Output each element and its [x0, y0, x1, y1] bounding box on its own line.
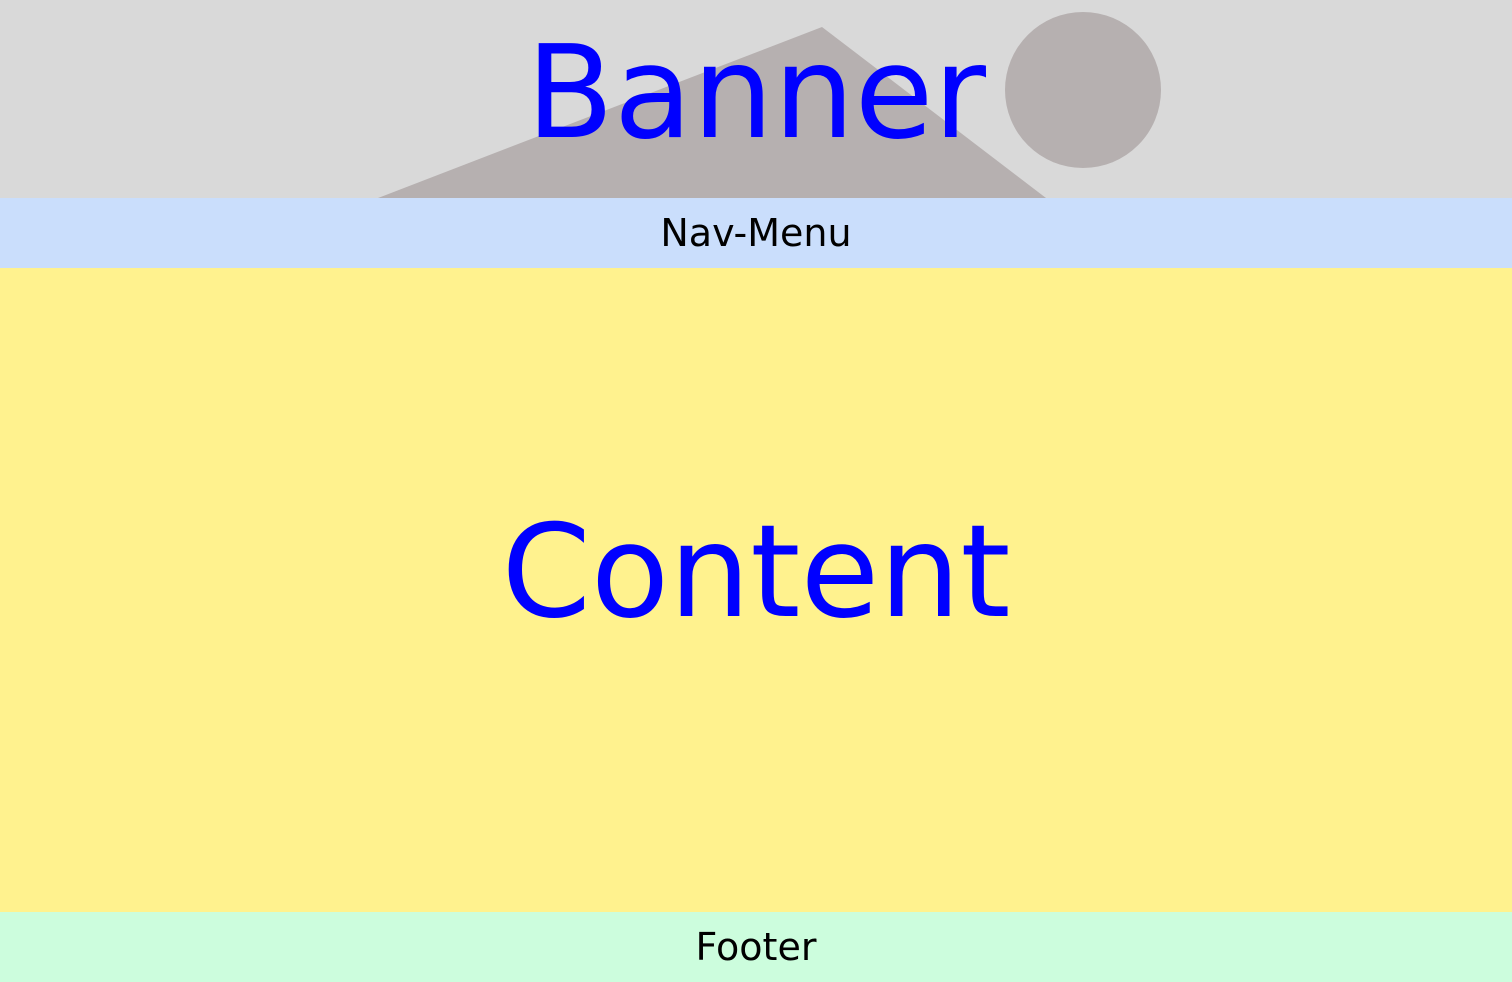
content-title: Content: [501, 498, 1011, 647]
page: Banner Nav-Menu Content Footer: [0, 0, 1512, 982]
footer: Footer: [0, 912, 1512, 982]
banner-title: Banner: [526, 19, 986, 168]
content-area: Content: [0, 268, 1512, 912]
nav-menu[interactable]: Nav-Menu: [0, 198, 1512, 268]
banner: Banner: [0, 0, 1512, 198]
